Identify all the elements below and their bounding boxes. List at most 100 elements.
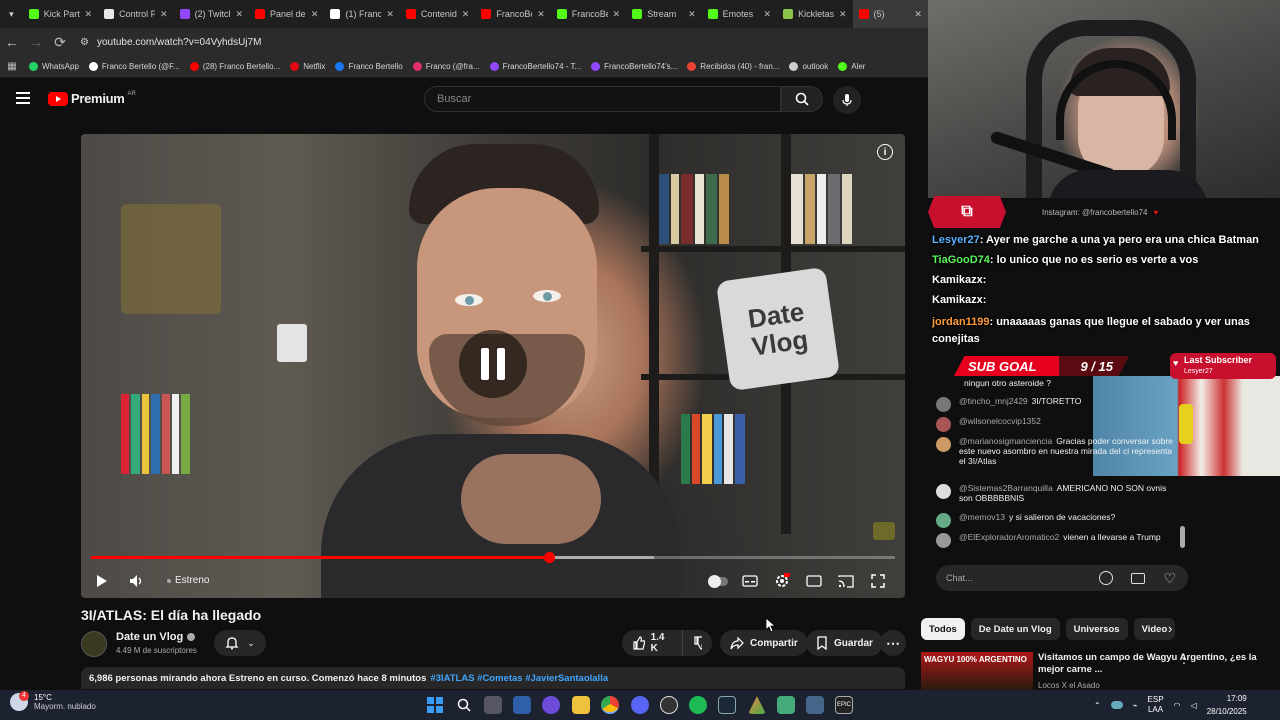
notification-bell-button[interactable]: ⌄ [214,630,266,656]
channel-avatar[interactable] [81,631,107,657]
weather-widget[interactable]: 4 15°C Mayorm. nublado [10,691,96,711]
browser-tab[interactable]: Emotes ✕ [702,0,777,28]
app-icon[interactable] [748,696,766,714]
wifi-icon[interactable]: ◠ [1174,701,1181,710]
play-icon[interactable] [91,570,113,592]
close-icon[interactable]: ✕ [688,9,696,20]
pause-overlay-button[interactable] [459,330,527,398]
chat-author[interactable]: @tincho_mnj2429 [959,396,1028,406]
autoplay-toggle[interactable] [707,570,729,592]
task-view-icon[interactable] [484,696,502,714]
bookmark-item[interactable]: Aler [833,62,870,71]
network-icon[interactable]: ⌁ [1133,701,1138,710]
app-icon[interactable] [806,696,824,714]
bookmark-item[interactable]: Netflix [285,62,330,71]
super-chat-icon[interactable] [1131,572,1146,584]
voice-search-button[interactable] [833,86,861,114]
youtube-logo[interactable]: Premium AR [48,91,136,106]
chat-author[interactable]: @wilsonelcocvip1352 [959,416,1041,426]
chevron-up-icon[interactable]: ⌃ [1094,701,1101,710]
chat-author[interactable]: @marianosigmanciencia [959,436,1052,446]
browser-tab[interactable]: Panel de control ✕ [249,0,324,28]
like-button[interactable]: 1.4 K [622,630,682,656]
bookmark-item[interactable]: (28) Franco Bertello... [185,62,285,71]
more-actions-button[interactable]: ⋯ [880,630,906,656]
close-icon[interactable]: ✕ [462,9,470,20]
filter-chip[interactable]: Universos [1065,618,1128,640]
save-button[interactable]: Guardar [806,630,883,656]
browser-tab[interactable]: (5) ✕ [852,0,928,28]
description-hashtags[interactable]: #3IATLAS #Cometas #JavierSantaolalla [430,673,608,684]
browser-tab[interactable]: Stream ✕ [626,0,701,28]
close-icon[interactable]: ✕ [839,9,847,20]
more-vert-icon[interactable]: ⋮ [1178,652,1190,666]
chat-avatar[interactable] [936,397,951,412]
forward-button[interactable]: → [24,30,48,54]
browser-tab[interactable]: Kickletas ✕ [777,0,852,28]
obs-icon[interactable] [660,696,678,714]
clock[interactable]: 17:09 28/10/2025 [1207,692,1247,718]
channel-name[interactable]: Date un Vlog [116,631,196,643]
bookmark-item[interactable]: FrancoBertello74's... [586,62,682,71]
epic-games-icon[interactable]: EPIC [835,696,853,714]
discord-icon[interactable] [631,696,649,714]
url-field[interactable]: ⚙ youtube.com/watch?v=04VyhdsUj7M [80,37,261,48]
settings-icon[interactable] [771,570,793,592]
chat-scrollbar[interactable] [1180,526,1185,548]
app-icon[interactable] [542,696,560,714]
close-icon[interactable]: ✕ [764,9,772,20]
browser-tab[interactable]: FrancoBertello ✕ [551,0,626,28]
bookmark-item[interactable]: FrancoBertello74 - T... [485,62,587,71]
recommendation-thumbnail[interactable]: WAGYU 100% ARGENTINO [921,652,1033,690]
browser-tab[interactable]: Control Panel ✕ [98,0,173,28]
close-icon[interactable]: ✕ [85,9,93,20]
search-button[interactable] [781,86,823,112]
close-icon[interactable]: ✕ [537,9,545,20]
channel-watermark[interactable] [873,522,895,540]
store-icon[interactable] [513,696,531,714]
close-icon[interactable]: ✕ [386,9,394,20]
app-icon[interactable] [777,696,795,714]
windows-start-icon[interactable] [426,696,444,714]
bookmark-item[interactable]: Franco Bertello (@F... [84,62,185,71]
info-icon[interactable]: i [877,144,893,160]
chat-author[interactable]: @Sistemas2Barranquilla [959,483,1053,493]
speaker-icon[interactable]: ◁ [1191,701,1197,710]
browser-tab[interactable]: FrancoBertello ✕ [475,0,550,28]
subtitles-icon[interactable] [739,570,761,592]
steam-icon[interactable] [718,696,736,714]
menu-icon[interactable] [16,91,32,105]
back-button[interactable]: ← [0,30,24,54]
dislike-button[interactable] [682,630,712,656]
cast-icon[interactable] [835,570,857,592]
close-icon[interactable]: ✕ [235,9,243,20]
close-icon[interactable]: ✕ [160,9,168,20]
progress-bar[interactable] [91,552,895,563]
bookmark-item[interactable]: Franco Bertello [330,62,407,71]
chat-avatar[interactable] [936,513,951,528]
browser-tab[interactable]: (1) Franco ✕ [324,0,399,28]
close-icon[interactable]: ✕ [914,9,922,20]
spotify-icon[interactable] [689,696,707,714]
chat-avatar[interactable] [936,437,951,452]
bookmark-item[interactable]: WhatsApp [24,62,84,71]
language-indicator[interactable]: ESP LAA [1148,695,1164,715]
close-icon[interactable]: ✕ [613,9,621,20]
reload-button[interactable]: ⟳ [48,30,72,54]
filter-chip[interactable]: De Date un Vlog [970,618,1060,640]
chevron-right-icon[interactable]: › [1168,621,1172,636]
chat-author[interactable]: @memov13 [959,512,1005,522]
recommendation-title[interactable]: Visitamos un campo de Wagyu Argentino, ¿… [1038,652,1268,676]
file-explorer-icon[interactable] [572,696,590,714]
browser-tab[interactable]: Kick Partners ✕ [23,0,98,28]
site-info-icon[interactable]: ⚙ [80,37,89,48]
browser-tab[interactable]: (2) Twitch ✕ [174,0,249,28]
close-icon[interactable]: ✕ [311,9,319,20]
chrome-icon[interactable] [601,696,619,714]
volume-icon[interactable] [126,570,148,592]
search-icon[interactable] [455,696,473,714]
chat-author[interactable]: @ElExploradorAromatico2 [959,532,1059,542]
search-input[interactable]: Buscar [424,86,781,112]
tab-search-button[interactable]: ▾ [0,0,23,28]
filter-chip[interactable]: Todos [921,618,965,640]
